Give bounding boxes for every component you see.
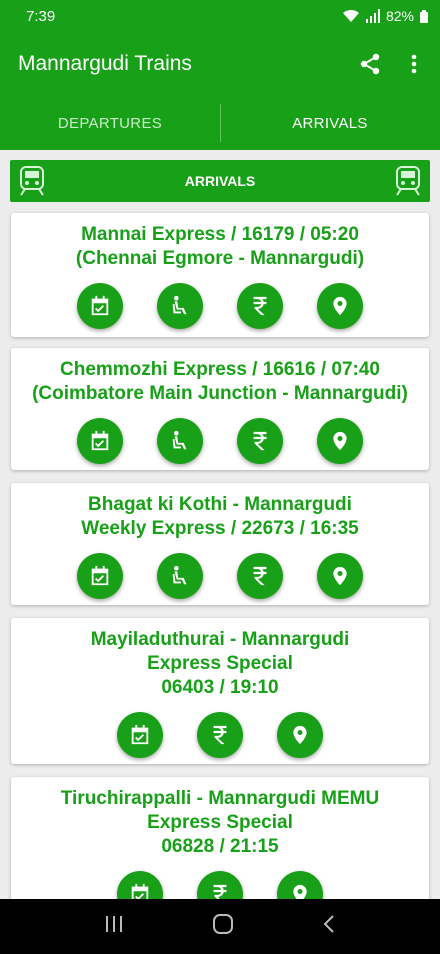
location-button[interactable]: [277, 712, 323, 758]
tab-divider: [220, 104, 221, 142]
status-time: 7:39: [26, 7, 56, 25]
train-title-line: (Chennai Egmore - Mannargudi): [75, 248, 365, 269]
status-bar: 7:39 82%: [0, 0, 440, 32]
calendar-check-icon: [131, 724, 149, 745]
train-card[interactable]: Bhagat ki Kothi - Mannargudi Weekly Expr…: [11, 483, 429, 605]
train-title-line: 06828 / 21:15: [161, 836, 279, 857]
train-title: Bhagat ki Kothi - Mannargudi Weekly Expr…: [11, 483, 429, 541]
back-icon: [323, 915, 334, 933]
back-button[interactable]: [322, 914, 336, 939]
train-title-line: Express Special: [147, 812, 293, 833]
schedule-button[interactable]: [77, 553, 123, 599]
share-icon: [360, 53, 380, 75]
train-icon: [20, 166, 44, 196]
seat-button[interactable]: [157, 418, 203, 464]
schedule-button[interactable]: [77, 418, 123, 464]
train-title: Mayiladuthurai - Mannargudi Express Spec…: [11, 618, 429, 700]
overflow-menu-button[interactable]: [392, 42, 436, 86]
signal-icon: [365, 9, 380, 23]
section-title: ARRIVALS: [184, 173, 256, 189]
fare-button[interactable]: [237, 418, 283, 464]
train-title-line: Mannai Express / 16179 / 05:20: [81, 224, 359, 245]
train-actions: [11, 283, 429, 329]
train-title: Chemmozhi Express / 16616 / 07:40 (Coimb…: [11, 348, 429, 406]
location-button[interactable]: [317, 418, 363, 464]
calendar-check-icon: [91, 295, 109, 316]
train-icon: [396, 166, 420, 196]
home-icon: [213, 914, 233, 934]
seat-button[interactable]: [157, 283, 203, 329]
wifi-icon: [342, 9, 359, 22]
train-card[interactable]: Mannai Express / 16179 / 05:20 (Chennai …: [11, 213, 429, 337]
section-header: ARRIVALS: [10, 160, 430, 202]
app-bar: Mannargudi Trains: [0, 32, 440, 96]
seat-icon: [172, 565, 187, 585]
battery-level: 82%: [385, 8, 414, 24]
location-pin-icon: [293, 725, 307, 745]
train-actions: [11, 418, 429, 464]
location-button[interactable]: [317, 553, 363, 599]
train-title-line: Bhagat ki Kothi - Mannargudi: [88, 494, 352, 515]
calendar-check-icon: [91, 565, 109, 586]
location-pin-icon: [333, 431, 347, 451]
train-title: Tiruchirappalli - Mannargudi MEMU Expres…: [11, 777, 429, 859]
train-card[interactable]: Mayiladuthurai - Mannargudi Express Spec…: [11, 618, 429, 764]
train-actions: [11, 553, 429, 599]
location-pin-icon: [333, 566, 347, 586]
location-pin-icon: [333, 296, 347, 316]
schedule-button[interactable]: [77, 283, 123, 329]
train-title-line: Mayiladuthurai - Mannargudi: [90, 629, 350, 650]
train-title-line: Chemmozhi Express / 16616 / 07:40: [60, 359, 380, 380]
rupee-icon: [253, 296, 267, 316]
fare-button[interactable]: [237, 553, 283, 599]
more-vert-icon: [411, 54, 417, 74]
calendar-check-icon: [91, 430, 109, 451]
seat-button[interactable]: [157, 553, 203, 599]
home-button[interactable]: [212, 913, 234, 940]
app-title: Mannargudi Trains: [18, 52, 192, 75]
share-button[interactable]: [348, 42, 392, 86]
train-title-line: Tiruchirappalli - Mannargudi MEMU: [60, 788, 380, 809]
train-title-line: Express Special: [147, 653, 293, 674]
location-button[interactable]: [317, 283, 363, 329]
train-title-line: (Coimbatore Main Junction - Mannargudi): [32, 383, 408, 404]
train-title: Mannai Express / 16179 / 05:20 (Chennai …: [11, 213, 429, 271]
rupee-icon: [253, 431, 267, 451]
train-actions: [11, 712, 429, 758]
train-title-line: Weekly Express / 22673 / 16:35: [81, 518, 359, 539]
recent-apps-icon: [106, 916, 122, 932]
seat-icon: [172, 295, 187, 315]
fare-button[interactable]: [237, 283, 283, 329]
tab-arrivals[interactable]: ARRIVALS: [220, 96, 440, 150]
fare-button[interactable]: [197, 712, 243, 758]
schedule-button[interactable]: [117, 712, 163, 758]
system-nav-bar: [0, 899, 440, 954]
battery-icon: [420, 9, 428, 23]
rupee-icon: [253, 566, 267, 586]
train-card[interactable]: Chemmozhi Express / 16616 / 07:40 (Coimb…: [11, 348, 429, 470]
tab-departures[interactable]: DEPARTURES: [0, 96, 220, 150]
status-icons: 82%: [342, 8, 428, 24]
recent-apps-button[interactable]: [104, 915, 124, 938]
train-title-line: 06403 / 19:10: [161, 677, 279, 698]
seat-icon: [172, 430, 187, 450]
rupee-icon: [213, 725, 227, 745]
